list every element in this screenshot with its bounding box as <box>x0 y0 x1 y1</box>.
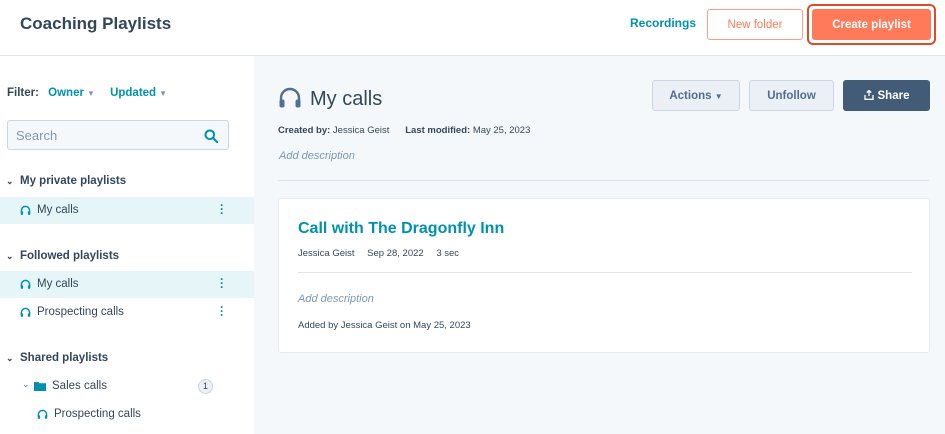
chevron-down-icon: ⌄ <box>22 379 30 389</box>
new-folder-button[interactable]: New folder <box>707 9 803 40</box>
sidebar-item-label: My calls <box>37 278 79 290</box>
headphones-icon <box>20 307 31 317</box>
section-title-private: My private playlists <box>20 175 127 187</box>
call-owner: Jessica Geist <box>298 248 355 259</box>
folder-count-badge: 1 <box>198 379 213 394</box>
caret-down-icon: ▼ <box>159 89 167 98</box>
create-playlist-button[interactable]: Create playlist <box>812 9 931 40</box>
folder-icon <box>34 382 46 391</box>
share-label: Share <box>877 89 910 102</box>
last-modified-value: May 25, 2023 <box>472 125 531 136</box>
unfollow-button[interactable]: Unfollow <box>749 80 834 111</box>
call-title-link[interactable]: Call with The Dragonfly Inn <box>298 220 504 238</box>
share-icon <box>863 89 874 100</box>
call-added-by: Added by Jessica Geist on May 25, 2023 <box>298 320 471 331</box>
more-options-icon[interactable]: · · · <box>218 273 226 293</box>
call-meta: Jessica Geist Sep 28, 2022 3 sec <box>298 248 469 259</box>
headphones-icon <box>20 205 31 215</box>
sidebar-folder-sales-calls[interactable]: ⌄ Sales calls 1 <box>0 373 254 400</box>
call-date: Sep 28, 2022 <box>367 248 424 259</box>
main-content: My calls Created by: Jessica Geist Last … <box>254 56 945 434</box>
sidebar-folder-label: Sales calls <box>52 380 107 392</box>
updated-filter-dropdown[interactable]: Updated ▼ <box>110 87 167 99</box>
create-playlist-focus-ring: Create playlist <box>807 4 936 45</box>
section-title-shared: Shared playlists <box>20 352 109 364</box>
playlist-meta: Created by: Jessica Geist Last modified:… <box>278 125 530 136</box>
filter-row: Filter: Owner ▼ Updated ▼ <box>7 87 179 99</box>
call-card: Call with The Dragonfly Inn Jessica Geis… <box>278 198 930 353</box>
actions-label: Actions <box>669 89 712 102</box>
sidebar-item-private-my-calls[interactable]: My calls · · · <box>0 197 254 224</box>
sidebar-item-label: Prospecting calls <box>54 408 141 420</box>
more-options-icon[interactable]: · · · <box>218 199 226 219</box>
share-button[interactable]: Share <box>843 80 930 111</box>
search-icon[interactable] <box>204 129 218 143</box>
sidebar: Filter: Owner▼ Updated▼ ⌄My private play… <box>0 56 254 434</box>
last-modified-label: Last modified: <box>405 125 471 136</box>
divider <box>278 180 929 181</box>
updated-filter-label: Updated <box>110 87 157 99</box>
sidebar-item-label: My calls <box>37 204 79 216</box>
section-header-followed[interactable]: ⌄ Followed playlists <box>6 250 119 262</box>
search-input[interactable] <box>8 121 198 149</box>
chevron-down-icon: ⌄ <box>6 353 14 363</box>
created-by-label: Created by: <box>278 125 331 136</box>
created-by-value: Jessica Geist <box>332 125 390 136</box>
sidebar-item-followed-prospecting-calls[interactable]: Prospecting calls · · · <box>0 299 254 326</box>
headphones-icon <box>37 409 48 419</box>
section-header-shared[interactable]: ⌄ Shared playlists <box>6 352 108 364</box>
section-header-private[interactable]: ⌄ My private playlists <box>6 175 126 187</box>
add-description-link[interactable]: Add description <box>279 150 355 162</box>
page-header-title: Coaching Playlists <box>20 14 172 33</box>
search-box <box>7 120 229 150</box>
more-options-icon[interactable]: · · · <box>218 301 226 321</box>
divider <box>298 272 912 273</box>
headphones-icon <box>20 279 31 289</box>
sidebar-item-label: Prospecting calls <box>37 306 124 318</box>
caret-down-icon: ▼ <box>86 89 95 98</box>
call-duration: 3 sec <box>436 248 460 259</box>
section-title-followed: Followed playlists <box>20 250 120 262</box>
owner-filter-dropdown[interactable]: Owner ▼ <box>48 87 95 99</box>
sidebar-item-shared-prospecting-calls[interactable]: Prospecting calls <box>0 401 254 428</box>
actions-dropdown-button[interactable]: Actions ▼ <box>652 80 740 111</box>
call-add-description-link[interactable]: Add description <box>298 293 374 305</box>
headphones-icon <box>279 87 301 108</box>
sidebar-item-followed-my-calls[interactable]: My calls · · · <box>0 271 254 298</box>
top-header: Coaching Playlists Recordings New folder… <box>0 0 945 56</box>
owner-filter-label: Owner <box>48 87 84 99</box>
chevron-down-icon: ⌄ <box>6 251 14 261</box>
chevron-down-icon: ⌄ <box>6 176 14 186</box>
caret-down-icon: ▼ <box>714 91 723 101</box>
filter-label: Filter: <box>7 87 39 99</box>
playlist-title: My calls <box>310 88 383 110</box>
recordings-link[interactable]: Recordings <box>630 16 696 30</box>
